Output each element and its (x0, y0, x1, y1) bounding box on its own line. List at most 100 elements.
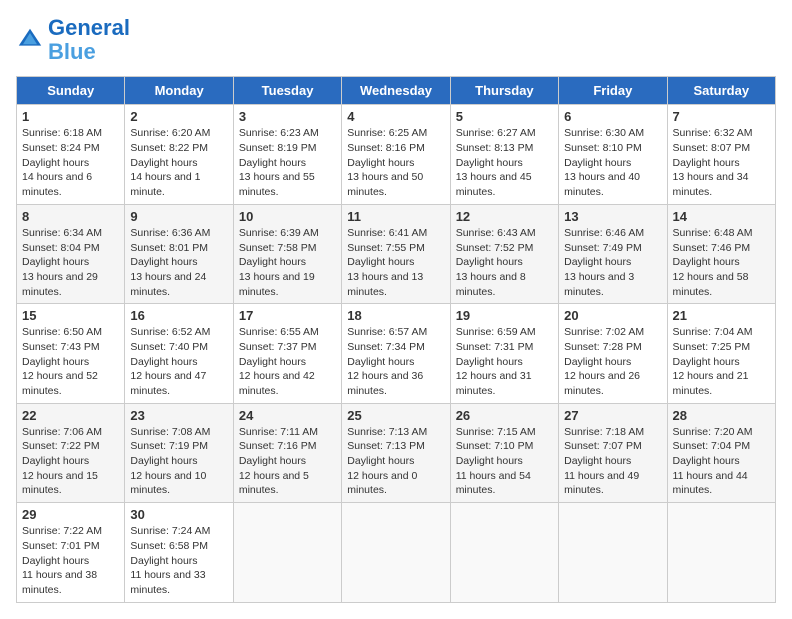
page-header: GeneralBlue (16, 16, 776, 64)
day-number: 28 (673, 408, 770, 423)
day-info: Sunrise: 6:30 AM Sunset: 8:10 PM Dayligh… (564, 126, 661, 199)
day-info: Sunrise: 6:36 AM Sunset: 8:01 PM Dayligh… (130, 226, 227, 299)
day-number: 22 (22, 408, 119, 423)
calendar-cell: 18 Sunrise: 6:57 AM Sunset: 7:34 PM Dayl… (342, 304, 450, 403)
day-number: 25 (347, 408, 444, 423)
day-number: 20 (564, 308, 661, 323)
day-number: 18 (347, 308, 444, 323)
day-number: 9 (130, 209, 227, 224)
day-info: Sunrise: 7:13 AM Sunset: 7:13 PM Dayligh… (347, 425, 444, 498)
day-info: Sunrise: 7:04 AM Sunset: 7:25 PM Dayligh… (673, 325, 770, 398)
day-info: Sunrise: 6:34 AM Sunset: 8:04 PM Dayligh… (22, 226, 119, 299)
day-number: 12 (456, 209, 553, 224)
day-number: 6 (564, 109, 661, 124)
calendar-cell (667, 503, 775, 602)
day-info: Sunrise: 6:18 AM Sunset: 8:24 PM Dayligh… (22, 126, 119, 199)
weekday-header-thursday: Thursday (450, 77, 558, 105)
calendar-cell: 5 Sunrise: 6:27 AM Sunset: 8:13 PM Dayli… (450, 105, 558, 204)
day-info: Sunrise: 6:25 AM Sunset: 8:16 PM Dayligh… (347, 126, 444, 199)
calendar-cell (559, 503, 667, 602)
calendar-cell: 8 Sunrise: 6:34 AM Sunset: 8:04 PM Dayli… (17, 204, 125, 303)
calendar-cell: 14 Sunrise: 6:48 AM Sunset: 7:46 PM Dayl… (667, 204, 775, 303)
day-number: 2 (130, 109, 227, 124)
day-info: Sunrise: 6:20 AM Sunset: 8:22 PM Dayligh… (130, 126, 227, 199)
weekday-header-sunday: Sunday (17, 77, 125, 105)
day-info: Sunrise: 7:22 AM Sunset: 7:01 PM Dayligh… (22, 524, 119, 597)
logo-icon (16, 26, 44, 54)
weekday-header-tuesday: Tuesday (233, 77, 341, 105)
day-info: Sunrise: 6:43 AM Sunset: 7:52 PM Dayligh… (456, 226, 553, 299)
day-info: Sunrise: 7:18 AM Sunset: 7:07 PM Dayligh… (564, 425, 661, 498)
calendar-cell: 22 Sunrise: 7:06 AM Sunset: 7:22 PM Dayl… (17, 403, 125, 502)
day-info: Sunrise: 7:02 AM Sunset: 7:28 PM Dayligh… (564, 325, 661, 398)
day-number: 17 (239, 308, 336, 323)
day-number: 1 (22, 109, 119, 124)
day-number: 29 (22, 507, 119, 522)
day-info: Sunrise: 6:52 AM Sunset: 7:40 PM Dayligh… (130, 325, 227, 398)
day-number: 15 (22, 308, 119, 323)
day-number: 23 (130, 408, 227, 423)
calendar-cell (233, 503, 341, 602)
calendar-cell: 9 Sunrise: 6:36 AM Sunset: 8:01 PM Dayli… (125, 204, 233, 303)
logo-text: GeneralBlue (48, 16, 130, 64)
calendar-cell: 16 Sunrise: 6:52 AM Sunset: 7:40 PM Dayl… (125, 304, 233, 403)
calendar-cell: 24 Sunrise: 7:11 AM Sunset: 7:16 PM Dayl… (233, 403, 341, 502)
calendar-cell: 25 Sunrise: 7:13 AM Sunset: 7:13 PM Dayl… (342, 403, 450, 502)
day-info: Sunrise: 7:20 AM Sunset: 7:04 PM Dayligh… (673, 425, 770, 498)
calendar-cell: 10 Sunrise: 6:39 AM Sunset: 7:58 PM Dayl… (233, 204, 341, 303)
day-info: Sunrise: 6:48 AM Sunset: 7:46 PM Dayligh… (673, 226, 770, 299)
calendar-cell: 12 Sunrise: 6:43 AM Sunset: 7:52 PM Dayl… (450, 204, 558, 303)
day-number: 21 (673, 308, 770, 323)
day-number: 19 (456, 308, 553, 323)
day-info: Sunrise: 7:11 AM Sunset: 7:16 PM Dayligh… (239, 425, 336, 498)
calendar-cell (342, 503, 450, 602)
day-info: Sunrise: 6:59 AM Sunset: 7:31 PM Dayligh… (456, 325, 553, 398)
day-info: Sunrise: 7:15 AM Sunset: 7:10 PM Dayligh… (456, 425, 553, 498)
calendar-cell: 11 Sunrise: 6:41 AM Sunset: 7:55 PM Dayl… (342, 204, 450, 303)
day-number: 30 (130, 507, 227, 522)
day-info: Sunrise: 6:57 AM Sunset: 7:34 PM Dayligh… (347, 325, 444, 398)
day-number: 8 (22, 209, 119, 224)
day-number: 10 (239, 209, 336, 224)
day-number: 24 (239, 408, 336, 423)
day-info: Sunrise: 6:46 AM Sunset: 7:49 PM Dayligh… (564, 226, 661, 299)
calendar-cell: 4 Sunrise: 6:25 AM Sunset: 8:16 PM Dayli… (342, 105, 450, 204)
day-number: 7 (673, 109, 770, 124)
day-number: 26 (456, 408, 553, 423)
day-number: 16 (130, 308, 227, 323)
day-info: Sunrise: 6:23 AM Sunset: 8:19 PM Dayligh… (239, 126, 336, 199)
calendar-cell: 15 Sunrise: 6:50 AM Sunset: 7:43 PM Dayl… (17, 304, 125, 403)
day-info: Sunrise: 7:06 AM Sunset: 7:22 PM Dayligh… (22, 425, 119, 498)
day-number: 4 (347, 109, 444, 124)
logo: GeneralBlue (16, 16, 130, 64)
calendar-table: SundayMondayTuesdayWednesdayThursdayFrid… (16, 76, 776, 602)
day-number: 3 (239, 109, 336, 124)
calendar-cell: 2 Sunrise: 6:20 AM Sunset: 8:22 PM Dayli… (125, 105, 233, 204)
day-info: Sunrise: 6:41 AM Sunset: 7:55 PM Dayligh… (347, 226, 444, 299)
day-info: Sunrise: 6:55 AM Sunset: 7:37 PM Dayligh… (239, 325, 336, 398)
calendar-cell: 27 Sunrise: 7:18 AM Sunset: 7:07 PM Dayl… (559, 403, 667, 502)
calendar-cell: 23 Sunrise: 7:08 AM Sunset: 7:19 PM Dayl… (125, 403, 233, 502)
day-number: 13 (564, 209, 661, 224)
day-info: Sunrise: 7:08 AM Sunset: 7:19 PM Dayligh… (130, 425, 227, 498)
calendar-cell: 28 Sunrise: 7:20 AM Sunset: 7:04 PM Dayl… (667, 403, 775, 502)
calendar-cell: 30 Sunrise: 7:24 AM Sunset: 6:58 PM Dayl… (125, 503, 233, 602)
calendar-cell: 7 Sunrise: 6:32 AM Sunset: 8:07 PM Dayli… (667, 105, 775, 204)
weekday-header-saturday: Saturday (667, 77, 775, 105)
calendar-cell: 6 Sunrise: 6:30 AM Sunset: 8:10 PM Dayli… (559, 105, 667, 204)
calendar-cell: 29 Sunrise: 7:22 AM Sunset: 7:01 PM Dayl… (17, 503, 125, 602)
day-number: 5 (456, 109, 553, 124)
calendar-cell: 26 Sunrise: 7:15 AM Sunset: 7:10 PM Dayl… (450, 403, 558, 502)
day-number: 27 (564, 408, 661, 423)
day-info: Sunrise: 7:24 AM Sunset: 6:58 PM Dayligh… (130, 524, 227, 597)
weekday-header-friday: Friday (559, 77, 667, 105)
day-number: 14 (673, 209, 770, 224)
day-number: 11 (347, 209, 444, 224)
calendar-cell: 19 Sunrise: 6:59 AM Sunset: 7:31 PM Dayl… (450, 304, 558, 403)
day-info: Sunrise: 6:27 AM Sunset: 8:13 PM Dayligh… (456, 126, 553, 199)
calendar-cell (450, 503, 558, 602)
calendar-cell: 1 Sunrise: 6:18 AM Sunset: 8:24 PM Dayli… (17, 105, 125, 204)
calendar-cell: 17 Sunrise: 6:55 AM Sunset: 7:37 PM Dayl… (233, 304, 341, 403)
calendar-cell: 13 Sunrise: 6:46 AM Sunset: 7:49 PM Dayl… (559, 204, 667, 303)
weekday-header-wednesday: Wednesday (342, 77, 450, 105)
